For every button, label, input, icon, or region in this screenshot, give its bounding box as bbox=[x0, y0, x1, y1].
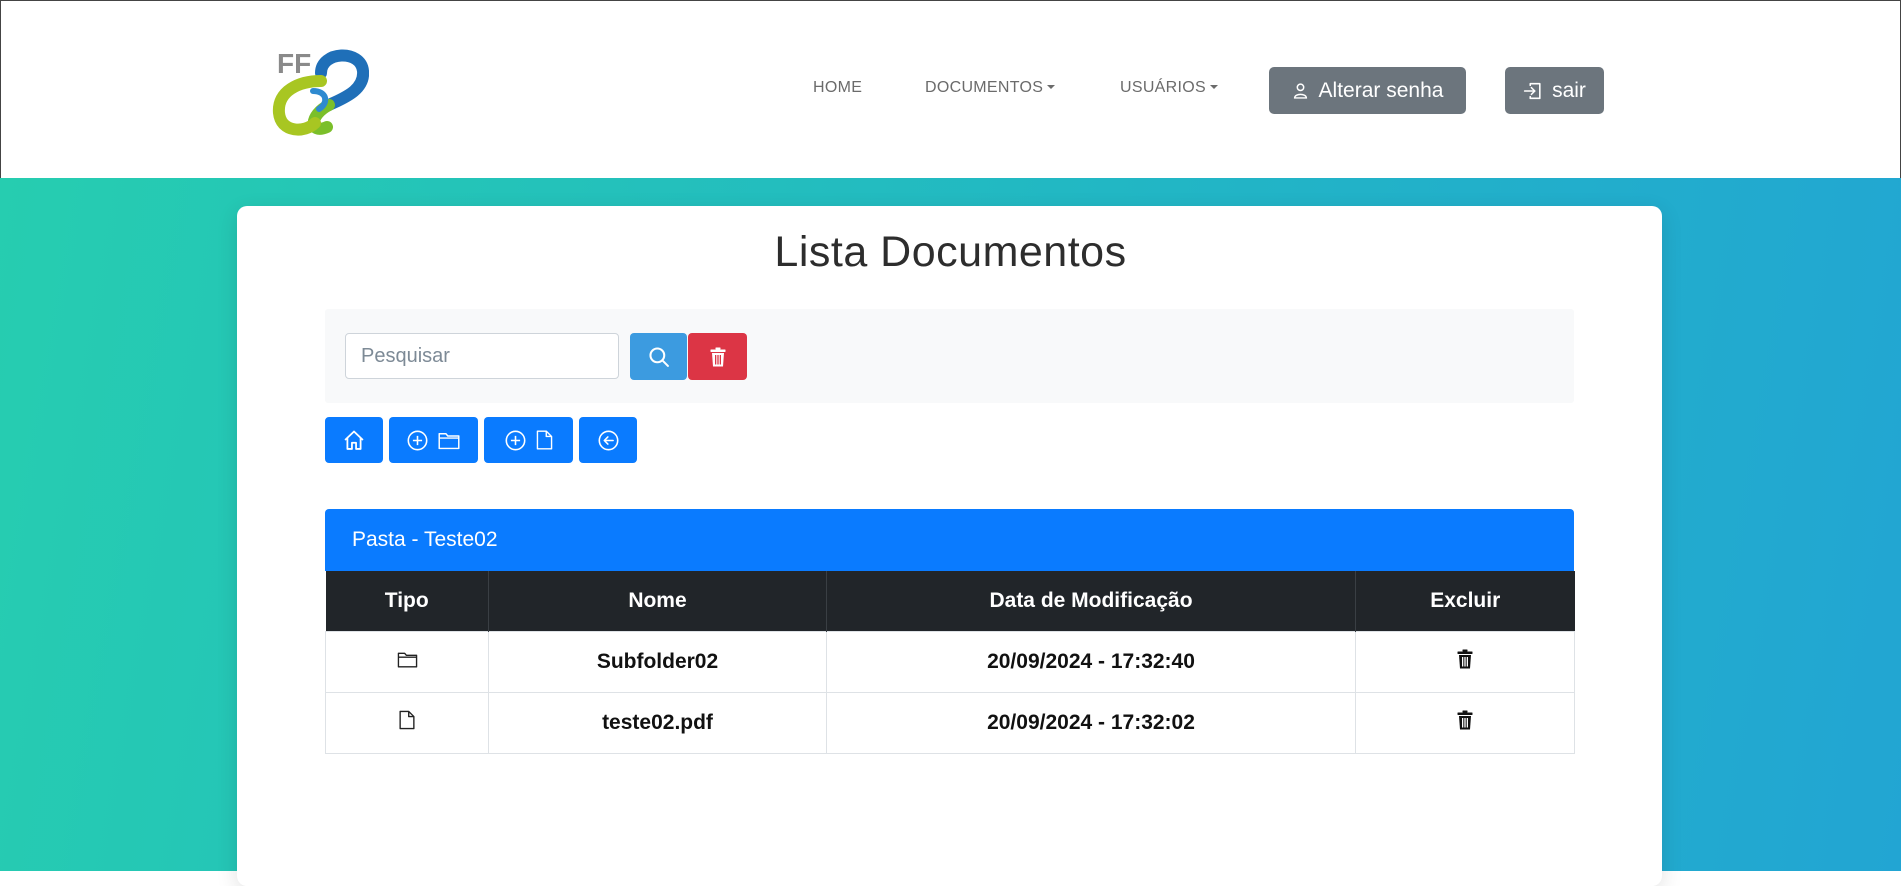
nav-home-link[interactable]: HOME bbox=[813, 79, 862, 97]
trash-icon bbox=[710, 347, 725, 366]
logout-icon bbox=[1523, 82, 1541, 99]
cell-modified: 20/09/2024 - 17:32:40 bbox=[826, 631, 1356, 693]
nav-documentos-label: DOCUMENTOS bbox=[925, 79, 1044, 96]
back-button[interactable] bbox=[579, 417, 637, 463]
cell-delete bbox=[1355, 631, 1575, 693]
caret-down-icon bbox=[1047, 85, 1056, 89]
clear-search-button[interactable] bbox=[688, 333, 747, 380]
documents-table: Tipo Nome Data de Modificação Excluir Su… bbox=[325, 571, 1575, 754]
search-input[interactable] bbox=[345, 333, 619, 379]
cell-delete bbox=[1355, 692, 1575, 754]
svg-text:FF: FF bbox=[277, 48, 311, 79]
trash-icon[interactable] bbox=[1457, 710, 1473, 730]
cell-name[interactable]: Subfolder02 bbox=[488, 631, 827, 693]
table-row[interactable]: Subfolder02 20/09/2024 - 17:32:40 bbox=[325, 631, 1575, 693]
cell-type bbox=[325, 631, 489, 693]
trash-icon[interactable] bbox=[1457, 649, 1473, 669]
home-button[interactable] bbox=[325, 417, 383, 463]
caret-down-icon bbox=[1209, 85, 1218, 89]
plus-circle-icon bbox=[407, 430, 428, 450]
file-icon bbox=[536, 430, 552, 450]
search-icon bbox=[648, 346, 669, 367]
back-icon bbox=[598, 430, 618, 450]
page-title: Lista Documentos bbox=[774, 228, 1127, 276]
file-icon bbox=[399, 710, 415, 730]
logo[interactable]: FF bbox=[269, 45, 369, 137]
logout-button[interactable]: sair bbox=[1505, 67, 1604, 114]
cell-modified: 20/09/2024 - 17:32:02 bbox=[826, 692, 1356, 754]
table-row[interactable]: teste02.pdf 20/09/2024 - 17:32:02 bbox=[325, 692, 1575, 754]
folder-icon bbox=[438, 432, 460, 449]
plus-circle-icon bbox=[505, 430, 525, 450]
change-password-label: Alterar senha bbox=[1318, 78, 1444, 102]
cell-type bbox=[325, 692, 489, 754]
navbar: FF HOME DOCUMENTOS USUÁRIOS Alterar senh… bbox=[0, 0, 1901, 178]
table-header-row: Tipo Nome Data de Modificação Excluir bbox=[325, 571, 1575, 632]
add-file-button[interactable] bbox=[484, 417, 573, 463]
column-header-excluir: Excluir bbox=[1355, 571, 1575, 632]
change-password-button[interactable]: Alterar senha bbox=[1269, 67, 1466, 114]
user-icon bbox=[1293, 83, 1307, 99]
column-header-nome[interactable]: Nome bbox=[488, 571, 827, 632]
nav-documentos-dropdown[interactable]: DOCUMENTOS bbox=[925, 79, 1056, 97]
column-header-tipo[interactable]: Tipo bbox=[325, 571, 489, 632]
folder-icon bbox=[397, 652, 417, 668]
nav-usuarios-label: USUÁRIOS bbox=[1120, 79, 1206, 96]
search-button[interactable] bbox=[630, 333, 687, 380]
add-folder-button[interactable] bbox=[389, 417, 478, 463]
column-header-data[interactable]: Data de Modificação bbox=[826, 571, 1356, 632]
documents-table-panel: Pasta - Teste02 Tipo Nome Data de Modifi… bbox=[325, 509, 1575, 754]
home-icon bbox=[344, 430, 364, 450]
folder-header: Pasta - Teste02 bbox=[325, 509, 1574, 571]
nav-usuarios-dropdown[interactable]: USUÁRIOS bbox=[1120, 79, 1218, 97]
cell-name[interactable]: teste02.pdf bbox=[488, 692, 827, 754]
logout-label: sair bbox=[1552, 78, 1586, 102]
